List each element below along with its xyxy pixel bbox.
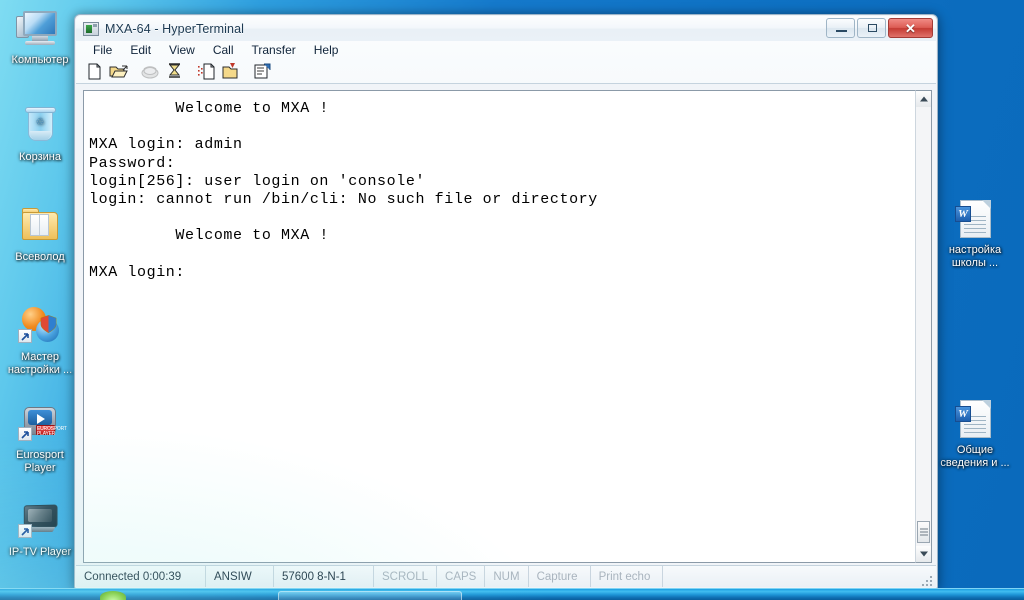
receive-file-button[interactable]: [219, 61, 242, 82]
minimize-button[interactable]: [826, 18, 855, 38]
window-title: MXA-64 - HyperTerminal: [105, 21, 245, 36]
desktop-icon-label: Компьютер: [11, 54, 69, 66]
scroll-down-button[interactable]: [916, 546, 931, 562]
media-player-icon: EUROSPORT PLAYER: [16, 403, 67, 447]
properties-button[interactable]: [251, 61, 274, 82]
computer-icon: [16, 8, 64, 52]
scrollbar-track[interactable]: [916, 107, 931, 546]
terminal-output[interactable]: Welcome to MXA ! MXA login: admin Passwo…: [84, 91, 915, 562]
word-document-icon: W: [951, 398, 999, 442]
status-connection-time: Connected 0:00:39: [76, 565, 206, 587]
menu-view[interactable]: View: [160, 42, 204, 58]
desktop-icon-label: IP-TV Player: [8, 546, 72, 558]
send-file-button[interactable]: [195, 61, 218, 82]
desktop-icon-label: Всеволод: [15, 251, 65, 263]
status-capture: Capture: [529, 565, 591, 587]
taskbar[interactable]: [0, 588, 1024, 600]
close-button[interactable]: ✕: [888, 18, 933, 38]
shortcut-arrow-icon: [18, 427, 32, 441]
menu-help[interactable]: Help: [305, 42, 348, 58]
menu-bar: File Edit View Call Transfer Help: [76, 41, 936, 59]
status-emulation: ANSIW: [206, 565, 274, 587]
desktop: Компьютер ♲ Корзина Всеволод Мастер наст…: [0, 0, 1024, 600]
desktop-icon-label: Мастер настройки ...: [7, 351, 73, 376]
status-caps-lock: CAPS: [437, 565, 486, 587]
status-line-settings: 57600 8-N-1: [274, 565, 374, 587]
desktop-icon-label: Общие сведения и ...: [940, 444, 1010, 469]
window-controls: ✕: [826, 18, 933, 38]
receive-file-icon: [222, 62, 238, 78]
new-connection-button[interactable]: [83, 61, 106, 82]
desktop-icon-doc-general-info[interactable]: W Общие сведения и ...: [937, 398, 1013, 470]
desktop-icon-computer[interactable]: Компьютер: [2, 8, 78, 67]
status-print-echo: Print echo: [591, 565, 663, 587]
word-document-icon: W: [951, 198, 999, 242]
menu-call[interactable]: Call: [204, 42, 243, 58]
hyperterminal-window: MXA-64 - HyperTerminal ✕ File Edit View …: [74, 14, 938, 589]
scrollbar-thumb[interactable]: [917, 521, 930, 543]
folder-icon: [16, 205, 64, 249]
word-glyph: W: [955, 406, 971, 422]
recycle-bin-icon: ♲: [16, 105, 64, 149]
desktop-icon-folder-vsevolod[interactable]: Всеволод: [2, 205, 78, 264]
menu-file[interactable]: File: [84, 42, 121, 58]
taskbar-item-hyperterminal[interactable]: [278, 591, 462, 600]
call-button[interactable]: [139, 61, 162, 82]
desktop-icon-setup-wizard[interactable]: Мастер настройки ...: [2, 305, 78, 377]
desktop-icon-recycle-bin[interactable]: ♲ Корзина: [2, 105, 78, 164]
toolbar: [76, 59, 936, 84]
word-glyph: W: [955, 206, 971, 222]
start-button[interactable]: [100, 591, 126, 600]
window-title-bar[interactable]: MXA-64 - HyperTerminal ✕: [76, 16, 936, 41]
desktop-icon-label: Корзина: [19, 151, 61, 163]
open-folder-icon: [109, 65, 128, 77]
desktop-icon-iptv-player[interactable]: IP-TV Player: [2, 500, 78, 559]
desktop-icon-eurosport-player[interactable]: EUROSPORT PLAYER Eurosport Player: [2, 403, 78, 475]
terminal-vertical-scrollbar[interactable]: [915, 90, 932, 563]
send-file-icon: [198, 63, 215, 79]
shortcut-arrow-icon: [18, 524, 32, 538]
menu-transfer[interactable]: Transfer: [243, 42, 305, 58]
window-resize-grip[interactable]: [919, 573, 933, 587]
phone-hangup-icon: [168, 62, 181, 78]
eurosport-badge: EUROSPORT PLAYER: [36, 425, 67, 437]
shield-icon: [40, 315, 57, 333]
phone-icon: [141, 65, 159, 78]
properties-icon: [254, 63, 271, 78]
client-area: Welcome to MXA ! MXA login: admin Passwo…: [76, 84, 936, 565]
scroll-up-button[interactable]: [916, 91, 931, 107]
status-scroll-lock: SCROLL: [374, 565, 438, 587]
desktop-icon-label: настройка школы ...: [948, 244, 1002, 269]
status-num-lock: NUM: [485, 565, 529, 587]
shortcut-arrow-icon: [18, 329, 32, 343]
desktop-icon-doc-school-setup[interactable]: W настройка школы ...: [937, 198, 1013, 270]
status-filler: [663, 566, 919, 588]
status-bar: Connected 0:00:39 ANSIW 57600 8-N-1 SCRO…: [76, 565, 936, 587]
open-connection-button[interactable]: [107, 61, 130, 82]
maximize-button[interactable]: [857, 18, 886, 38]
setup-wizard-icon: [16, 305, 64, 349]
desktop-icon-label: Eurosport Player: [16, 449, 64, 474]
menu-edit[interactable]: Edit: [121, 42, 160, 58]
new-page-icon: [88, 63, 101, 79]
tv-player-icon: [16, 500, 64, 544]
hyperterminal-app-icon: [83, 21, 99, 36]
close-icon: ✕: [905, 21, 916, 36]
disconnect-button[interactable]: [163, 61, 186, 82]
terminal-frame: Welcome to MXA ! MXA login: admin Passwo…: [83, 90, 915, 563]
